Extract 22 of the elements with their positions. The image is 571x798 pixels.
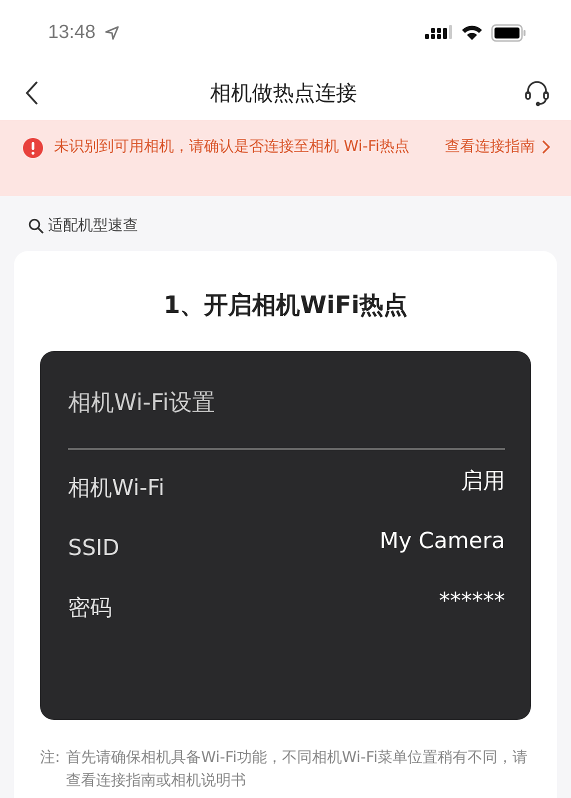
setting-value: My Camera bbox=[380, 528, 505, 554]
signal-icon bbox=[425, 25, 453, 41]
step-title: 1、开启相机WiFi热点 bbox=[162, 290, 409, 321]
wifi-icon bbox=[461, 25, 483, 41]
setting-label: SSID bbox=[68, 536, 120, 560]
note-text: 首先请确保相机具备Wi-Fi功能，不同相机Wi-Fi菜单位置稍有不同，请查看连接指南或相机说明书 bbox=[66, 747, 529, 791]
panel-title: 相机Wi-Fi设置 bbox=[68, 389, 216, 418]
status-time: 13:48 bbox=[48, 22, 96, 44]
error-icon bbox=[22, 137, 44, 159]
location-arrow-icon bbox=[104, 25, 120, 41]
alert-message: 未识别到可用相机，请确认是否连接至相机 Wi-Fi热点 bbox=[54, 136, 411, 157]
note-label: 注: bbox=[40, 747, 60, 768]
chevron-icon bbox=[541, 138, 551, 154]
search-icon bbox=[28, 218, 44, 234]
headset-icon[interactable] bbox=[523, 79, 551, 107]
battery-icon bbox=[491, 24, 527, 42]
setting-value: 启用 bbox=[461, 468, 505, 496]
setting-label: 密码 bbox=[68, 595, 112, 623]
setting-label: 相机Wi-Fi bbox=[68, 475, 164, 503]
page-title: 相机做热点连接 bbox=[210, 80, 357, 107]
model-lookup-link[interactable]: 适配机型速查 bbox=[28, 216, 138, 235]
setting-value: ****** bbox=[439, 588, 505, 614]
